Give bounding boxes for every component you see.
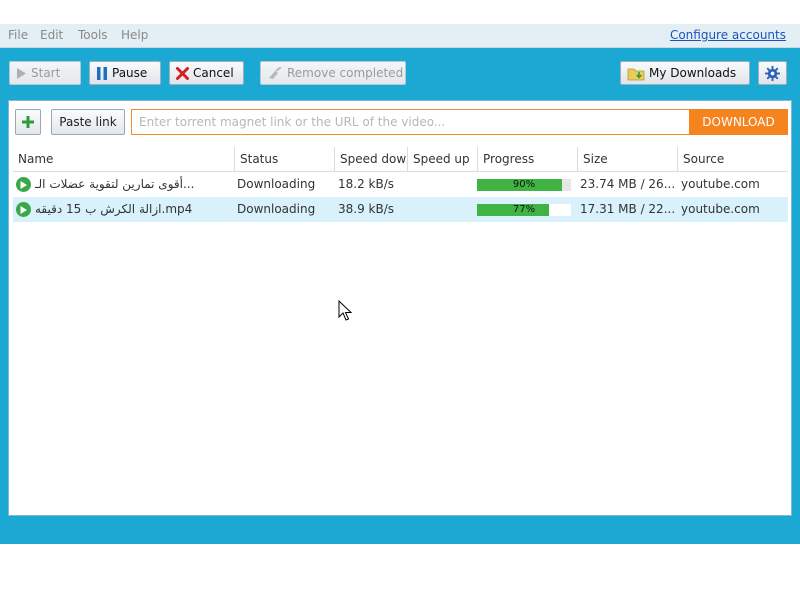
table-header: Name Status Speed down Speed up Progress… xyxy=(13,147,788,172)
progress-bar: 77% xyxy=(477,204,571,216)
cell-size: 17.31 MB / 22.... xyxy=(580,202,676,216)
cancel-button[interactable]: Cancel xyxy=(169,61,244,85)
app-window: File Edit Tools Help Configure accounts … xyxy=(0,24,800,544)
column-header-source[interactable]: Source xyxy=(678,147,788,171)
download-button-label: DOWNLOAD xyxy=(702,115,775,129)
column-header-status[interactable]: Status xyxy=(235,147,335,171)
column-header-name[interactable]: Name xyxy=(13,147,235,171)
configure-accounts-link[interactable]: Configure accounts xyxy=(670,28,786,42)
downloads-table: Name Status Speed down Speed up Progress… xyxy=(13,147,788,222)
cell-speed-up xyxy=(408,172,478,197)
paste-link-button[interactable]: Paste link xyxy=(51,109,125,135)
gear-icon xyxy=(765,65,780,81)
cancel-button-label: Cancel xyxy=(193,66,234,80)
column-header-speed-down[interactable]: Speed down xyxy=(335,147,408,171)
file-name: أقوى تمارين لتقوية عضلات الـ... xyxy=(35,177,195,191)
column-header-size[interactable]: Size xyxy=(578,147,678,171)
column-header-progress[interactable]: Progress xyxy=(478,147,578,171)
remove-completed-label: Remove completed xyxy=(287,66,404,80)
start-button[interactable]: Start xyxy=(9,61,81,85)
cell-speed-down: 18.2 kB/s xyxy=(338,177,395,191)
cell-speed-down: 38.9 kB/s xyxy=(338,202,395,216)
cell-size: 23.74 MB / 26.... xyxy=(580,177,676,191)
remove-completed-button[interactable]: Remove completed xyxy=(260,61,406,85)
progress-bar: 90% xyxy=(477,179,571,191)
menu-edit[interactable]: Edit xyxy=(40,28,63,42)
close-icon xyxy=(176,66,189,80)
mouse-cursor-icon xyxy=(338,299,353,325)
start-button-label: Start xyxy=(31,66,61,80)
column-header-speed-up[interactable]: Speed up xyxy=(408,147,478,171)
menu-tools[interactable]: Tools xyxy=(78,28,108,42)
cell-status: Downloading xyxy=(237,202,316,216)
file-name: ازالة الكرش ب 15 دقيقه.mp4 xyxy=(35,202,193,216)
settings-button[interactable] xyxy=(758,61,787,85)
url-input[interactable] xyxy=(131,109,689,135)
pause-button[interactable]: Pause xyxy=(89,61,161,85)
pause-button-label: Pause xyxy=(112,66,148,80)
pause-icon xyxy=(96,66,108,80)
downloads-panel: Paste link DOWNLOAD Name Status Speed do… xyxy=(8,100,792,516)
table-row[interactable]: أقوى تمارين لتقوية عضلات الـ... Download… xyxy=(13,172,788,197)
cell-source: youtube.com xyxy=(681,177,760,191)
menu-file[interactable]: File xyxy=(8,28,28,42)
plus-icon xyxy=(21,115,35,129)
folder-download-icon xyxy=(627,66,645,81)
add-button[interactable] xyxy=(15,109,41,135)
play-icon[interactable] xyxy=(16,177,31,192)
table-row[interactable]: ازالة الكرش ب 15 دقيقه.mp4 Downloading 3… xyxy=(13,197,788,222)
cell-progress: 90% xyxy=(474,172,574,197)
play-icon[interactable] xyxy=(16,202,31,217)
progress-label: 77% xyxy=(512,204,536,215)
download-button[interactable]: DOWNLOAD xyxy=(689,109,788,135)
broom-icon xyxy=(267,66,283,80)
my-downloads-button[interactable]: My Downloads xyxy=(620,61,750,85)
play-icon xyxy=(16,67,27,79)
cell-name: أقوى تمارين لتقوية عضلات الـ... xyxy=(13,172,235,197)
cell-status: Downloading xyxy=(237,177,316,191)
cell-source: youtube.com xyxy=(681,202,760,216)
my-downloads-label: My Downloads xyxy=(649,66,737,80)
progress-label: 90% xyxy=(512,179,536,190)
menu-help[interactable]: Help xyxy=(121,28,148,42)
cell-progress: 77% xyxy=(474,197,574,222)
cell-name: ازالة الكرش ب 15 دقيقه.mp4 xyxy=(13,197,235,222)
menu-bar: File Edit Tools Help Configure accounts xyxy=(0,24,800,48)
paste-link-label: Paste link xyxy=(59,115,117,129)
cell-speed-up xyxy=(408,197,478,222)
